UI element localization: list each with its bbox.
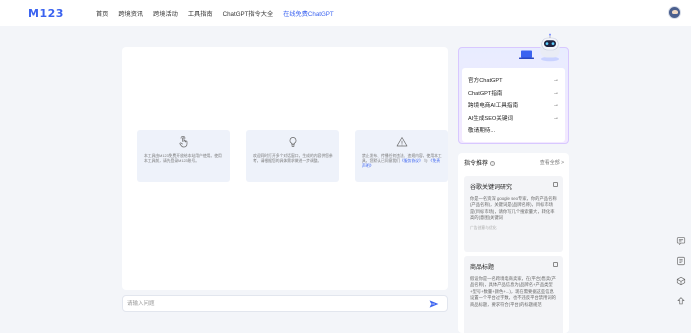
question-input[interactable] — [127, 298, 417, 309]
box-icon[interactable] — [676, 276, 686, 286]
nav-events[interactable]: 跨境活动 — [153, 9, 178, 18]
tip-card-windows: 欢迎同时打开多个对话窗口，生成的内容供您参考，请根据您的具体需求做进一步调整。 — [246, 130, 339, 182]
prompt-card-text: 假设你是一名跨境电商卖家，在(平台)售卖(产品名称)，具体产品信息为(品牌名+产… — [470, 276, 556, 307]
nav-tools-guide[interactable]: 工具指南 — [188, 9, 213, 18]
prompt-card-tag: 广告创意与优化 — [470, 225, 497, 230]
promo-link-chatgpt-guide[interactable]: ChatGPT指南 → — [468, 87, 559, 100]
promo-link-official-chatgpt[interactable]: 官方ChatGPT → — [468, 74, 559, 87]
question-icon[interactable]: ? — [490, 160, 496, 166]
arrow-right-icon: → — [553, 89, 559, 96]
arrow-right-icon: → — [553, 102, 559, 109]
prompt-card-title: 谷歌关键词研究 — [470, 185, 513, 191]
recommend-title: 指令推荐? — [464, 160, 496, 167]
recommend-header: 指令推荐? 查看全部 > — [464, 158, 564, 167]
send-icon[interactable] — [429, 300, 439, 308]
copy-icon[interactable] — [553, 262, 558, 267]
nav-home[interactable]: 首页 — [96, 9, 108, 18]
tip-card-rules: 禁止发布、传播任何违法、违规内容，使用本工具，您默认已同意我们《服务协议》 与 … — [355, 130, 448, 182]
tip-text: 禁止发布、传播任何违法、违规内容，使用本工具，您默认已同意我们《服务协议》 与 … — [362, 154, 442, 169]
tap-hand-icon — [179, 136, 188, 148]
back-to-top-icon[interactable] — [676, 296, 686, 306]
nav-free-chatgpt[interactable]: 在线免费ChatGPT — [283, 9, 334, 18]
arrow-right-icon: → — [553, 77, 559, 84]
lightbulb-icon — [289, 137, 297, 147]
user-avatar[interactable] — [668, 6, 681, 19]
top-navigation-bar: M123 首页 跨境资讯 跨境活动 工具指南 ChatGPT指令大全 在线免费C… — [0, 0, 691, 26]
prompt-card-product-title[interactable]: 商品标题 假设你是一名跨境电商卖家，在(平台)售卖(产品名称)，具体产品信息为(… — [464, 256, 563, 333]
tip-text: 本工具由M123免费开放给本站用户使用。使用本工具前，请先登录M123账号。 — [144, 154, 222, 164]
nav-chatgpt-prompts[interactable]: ChatGPT指令大全 — [223, 9, 274, 18]
question-input-bar — [122, 295, 448, 312]
tip-text: 欢迎同时打开多个对话窗口，生成的内容供您参考，请根据您的具体需求做进一步调整。 — [253, 154, 333, 164]
warning-icon — [396, 137, 408, 147]
nav-news[interactable]: 跨境资讯 — [118, 9, 143, 18]
chat-icon[interactable] — [676, 236, 686, 246]
view-all-link[interactable]: 查看全部 > — [540, 159, 564, 166]
promo-link-ai-tools-guide[interactable]: 跨境电商AI工具指南 → — [468, 99, 559, 112]
side-toolbar — [676, 236, 688, 316]
robot-mascot-icon — [540, 33, 560, 62]
copy-icon[interactable] — [553, 182, 558, 187]
tip-card-login: 本工具由M123免费开放给本站用户使用。使用本工具前，请先登录M123账号。 — [137, 130, 230, 182]
site-logo[interactable]: M123 — [28, 7, 64, 20]
promo-links: 官方ChatGPT → ChatGPT指南 → 跨境电商AI工具指南 → AI生成SE… — [462, 68, 565, 142]
prompt-recommend-panel: 指令推荐? 查看全部 > 谷歌关键词研究 你是一名资深 google seo专家… — [458, 153, 569, 333]
document-icon[interactable] — [676, 256, 686, 266]
tips-cards: 本工具由M123免费开放给本站用户使用。使用本工具前，请先登录M123账号。 欢… — [137, 130, 448, 182]
service-agreement-link[interactable]: 《服务协议》 — [400, 159, 423, 163]
prompt-card-google-keywords[interactable]: 谷歌关键词研究 你是一名资深 google seo专家，你的产品名称(产品名称)… — [464, 176, 563, 252]
main-nav: 首页 跨境资讯 跨境活动 工具指南 ChatGPT指令大全 在线免费ChatGP… — [96, 0, 334, 26]
promo-box: 官方ChatGPT → ChatGPT指南 → 跨境电商AI工具指南 → AI生成SE… — [458, 33, 569, 144]
laptop-illustration-icon — [519, 50, 534, 59]
promo-link-seo-keywords[interactable]: AI生成SEO关键词 → — [468, 112, 559, 125]
chat-panel: 本工具由M123免费开放给本站用户使用。使用本工具前，请先登录M123账号。 欢… — [122, 47, 448, 290]
arrow-right-icon: → — [553, 114, 559, 121]
prompt-card-title: 商品标题 — [470, 265, 495, 271]
promo-coming-soon: 敬请期待... — [468, 128, 496, 135]
prompt-card-text: 你是一名资深 google seo专家，你的产品名称(产品名称)，关键词是(品牌… — [470, 196, 557, 221]
